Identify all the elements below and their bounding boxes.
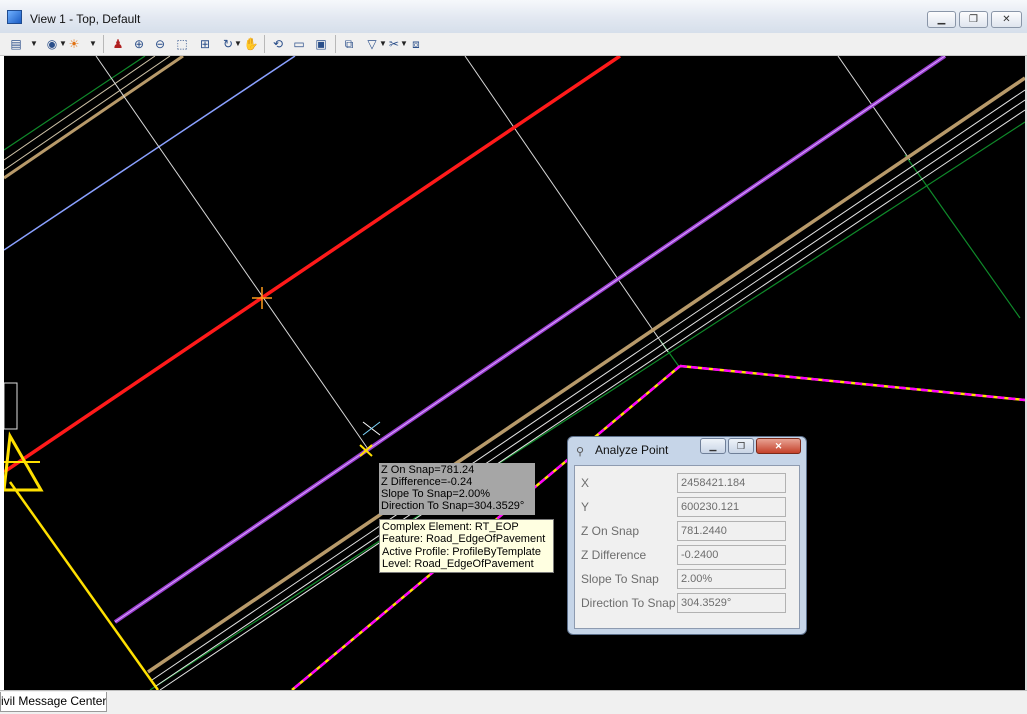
clip-volume-icon[interactable]: ▽ xyxy=(364,36,380,52)
drawing-view[interactable] xyxy=(4,56,1025,690)
saved-view-icon[interactable]: ⧈ xyxy=(408,36,424,52)
toolbar-separator xyxy=(335,35,336,53)
field-label: Y xyxy=(581,500,590,514)
green-line xyxy=(4,56,146,151)
field-row-direction-to-snap: Direction To Snap 304.3529° xyxy=(575,593,801,615)
lane-line xyxy=(4,56,171,171)
view-previous-icon[interactable]: ⟲ xyxy=(270,36,286,52)
field-row-x: X 2458421.184 xyxy=(575,473,801,495)
view-display-dropdown-icon[interactable]: ▼ xyxy=(59,36,67,52)
z-difference-field[interactable]: -0.2400 xyxy=(677,545,786,565)
view-display-icon[interactable]: ◉ xyxy=(44,36,60,52)
red-line xyxy=(4,56,621,474)
direction-to-snap-field[interactable]: 304.3529° xyxy=(677,593,786,613)
yellow-dash-base xyxy=(679,364,1025,402)
brightness-dropdown-icon[interactable]: ▼ xyxy=(89,36,97,52)
pan-view-icon[interactable]: ✋ xyxy=(243,36,259,52)
z-on-snap-field[interactable]: 781.2440 xyxy=(677,521,786,541)
update-view-icon[interactable]: ♟ xyxy=(110,36,126,52)
zoom-in-icon[interactable]: ⊕ xyxy=(131,36,147,52)
window-area-icon[interactable]: ⬚ xyxy=(174,36,190,52)
bottom-tab-bar: ivil Message Center xyxy=(0,690,1027,714)
civil-message-center-tab[interactable]: ivil Message Center xyxy=(0,692,107,712)
field-row-z-on-snap: Z On Snap 781.2440 xyxy=(575,521,801,543)
brightness-icon[interactable]: ☀ xyxy=(66,36,82,52)
drawing-canvas[interactable] xyxy=(4,56,1025,690)
y-value-field[interactable]: 600230.121 xyxy=(677,497,786,517)
analyze-point-dialog[interactable]: ⚲ Analyze Point ▁ ❐ ✕ X 2458421.184 Y 60… xyxy=(567,436,807,635)
window-title-bar: View 1 - Top, Default ▁ ❐ ✕ xyxy=(0,0,1027,34)
section-line xyxy=(464,56,669,353)
toolbar-separator xyxy=(103,35,104,53)
field-row-y: Y 600230.121 xyxy=(575,497,801,519)
slope-to-snap-text: Slope To Snap=2.00% xyxy=(381,488,490,500)
blue-line xyxy=(4,56,296,251)
field-label: X xyxy=(581,476,590,490)
zoom-out-icon[interactable]: ⊖ xyxy=(152,36,168,52)
slope-to-snap-field[interactable]: 2.00% xyxy=(677,569,786,589)
z-difference-text: Z Difference=-0.24 xyxy=(381,476,473,488)
close-button[interactable]: ✕ xyxy=(991,11,1022,28)
element-info-tooltip: Complex Element: RT_EOP Feature: Road_Ed… xyxy=(379,519,554,573)
z-on-snap-text: Z On Snap=781.24 xyxy=(381,464,475,476)
field-row-z-difference: Z Difference -0.2400 xyxy=(575,545,801,567)
field-label: Z Difference xyxy=(581,548,647,562)
complex-element-text: Complex Element: RT_EOP xyxy=(382,521,519,533)
copy-view-icon[interactable]: ▣ xyxy=(313,36,329,52)
field-label: Direction To Snap xyxy=(581,596,676,610)
restore-button[interactable]: ❐ xyxy=(959,11,988,28)
yellow-line xyxy=(8,481,160,690)
dropdown-arrow-icon[interactable]: ▼ xyxy=(30,36,38,52)
rotate-dropdown-icon[interactable]: ▼ xyxy=(234,36,242,52)
x-value-field[interactable]: 2458421.184 xyxy=(677,473,786,493)
snap-info-tooltip: Z On Snap=781.24 Z Difference=-0.24 Slop… xyxy=(379,463,535,515)
field-label: Slope To Snap xyxy=(581,572,659,586)
view-toolbar: ▤ ▼ ◉ ▼ ☀ ▼ ♟ ⊕ ⊖ ⬚ ⊞ ↻ ▼ ✋ ⟲ ▭ ▣ ⧉ ▽ ▼ … xyxy=(0,33,1027,56)
dialog-body: X 2458421.184 Y 600230.121 Z On Snap 781… xyxy=(574,465,800,629)
section-line xyxy=(837,56,911,161)
window-title: View 1 - Top, Default xyxy=(30,12,141,26)
tan-line xyxy=(4,56,184,180)
analyze-point-icon: ⚲ xyxy=(576,446,585,458)
dialog-minimize-button[interactable]: ▁ xyxy=(700,438,726,454)
feature-text: Feature: Road_EdgeOfPavement xyxy=(382,533,546,546)
white-outline xyxy=(4,382,18,430)
tools-dropdown-icon[interactable]: ▼ xyxy=(400,36,408,52)
field-label: Z On Snap xyxy=(581,524,640,538)
direction-to-snap-text: Direction To Snap=304.3529° xyxy=(381,500,525,512)
view-window-icon xyxy=(7,10,22,24)
field-row-slope-to-snap: Slope To Snap 2.00% xyxy=(575,569,801,591)
active-profile-text: Active Profile: ProfileByTemplate xyxy=(382,545,541,558)
level-text: Level: Road_EdgeOfPavement xyxy=(382,558,534,571)
dialog-title: Analyze Point xyxy=(595,443,669,457)
view-next-icon[interactable]: ▭ xyxy=(291,36,307,52)
clip-dropdown-icon[interactable]: ▼ xyxy=(379,36,387,52)
view-attributes-icon[interactable]: ▤ xyxy=(8,36,24,52)
fit-view-icon[interactable]: ⊞ xyxy=(197,36,213,52)
crosshair-cursor xyxy=(362,421,381,436)
camera-icon[interactable]: ⧉ xyxy=(341,36,357,52)
dialog-maximize-button[interactable]: ❐ xyxy=(728,438,754,454)
minimize-button[interactable]: ▁ xyxy=(927,11,956,28)
dialog-close-button[interactable]: ✕ xyxy=(756,438,801,454)
toolbar-separator xyxy=(264,35,265,53)
